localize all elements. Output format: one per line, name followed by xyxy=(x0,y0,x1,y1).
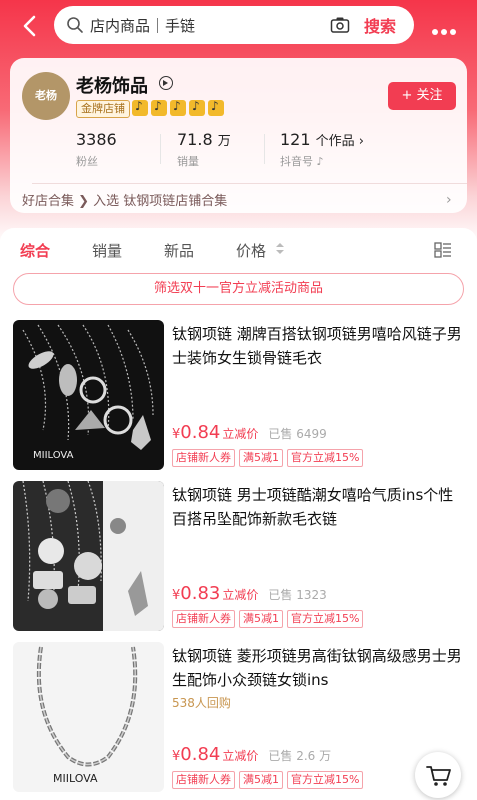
product-title[interactable]: 钛钢项链 菱形项链男高街钛钢高级感男士男生配饰小众颈链女锁ins xyxy=(172,644,462,692)
sold-count: 已售 6499 xyxy=(268,427,327,441)
douyin-badge-icon xyxy=(132,99,148,116)
divider xyxy=(160,134,161,164)
brand-watermark: MIILOVA xyxy=(33,450,74,461)
price-tag: 立减价 xyxy=(222,588,259,602)
back-arrow-icon[interactable] xyxy=(18,14,42,38)
product-card[interactable]: MIILOVA 钛钢项链 潮牌百搭钛钢项链男嘻哈风链子男士装饰女生锁骨链毛衣 ¥… xyxy=(0,320,477,472)
douyin-badge-icon xyxy=(208,99,224,116)
price-tag: 立减价 xyxy=(222,749,259,763)
tab-sales[interactable]: 销量 xyxy=(92,240,122,261)
price-line: ¥0.84 立减价 已售 2.6 万 xyxy=(172,744,331,766)
shop-name[interactable]: 老杨饰品 xyxy=(76,72,148,98)
sold-count: 已售 1323 xyxy=(268,588,327,602)
chevron-right-icon[interactable]: › xyxy=(446,192,452,208)
product-title[interactable]: 钛钢项链 男士项链酷潮女嘻哈气质ins个性百搭吊坠配饰新款毛衣链 xyxy=(172,483,462,531)
tab-comprehensive[interactable]: 综合 xyxy=(20,240,50,261)
brand-watermark: MIILOVA xyxy=(53,772,98,785)
product-card[interactable]: MIILOVA 钛钢项链 菱形项链男高街钛钢高级感男士男生配饰小众颈链女锁ins… xyxy=(0,642,477,794)
product-image[interactable]: MIILOVA xyxy=(13,320,164,470)
camera-icon[interactable] xyxy=(330,16,350,34)
stat-fans[interactable]: 3386 粉丝 xyxy=(76,130,117,169)
stat-value: 71.8 xyxy=(177,130,213,149)
promo-chip: 满5减1 xyxy=(239,449,283,467)
promo-chip: 店铺新人券 xyxy=(172,771,235,789)
repurchase-count: 538人回购 xyxy=(172,696,231,710)
promo-chip: 店铺新人券 xyxy=(172,610,235,628)
search-bar[interactable]: 店内商品｜手链 搜索 xyxy=(54,6,414,44)
stat-value: 121 xyxy=(280,130,311,149)
gold-shop-badge: 金牌店铺 xyxy=(76,100,130,118)
shop-info-arrow-icon[interactable] xyxy=(159,76,173,90)
douyin-badge-icon xyxy=(189,99,205,116)
top-bar: 店内商品｜手链 搜索 xyxy=(0,0,477,52)
promo-chips: 店铺新人券 满5减1 官方立减15% xyxy=(172,449,364,467)
follow-button[interactable]: + 关注 xyxy=(388,82,456,110)
product-card[interactable]: 钛钢项链 男士项链酷潮女嘻哈气质ins个性百搭吊坠配饰新款毛衣链 ¥0.83 立减… xyxy=(0,481,477,633)
more-icon[interactable] xyxy=(432,20,462,35)
tab-new[interactable]: 新品 xyxy=(164,240,194,261)
sort-tabs: 综合 销量 新品 价格 xyxy=(0,228,477,272)
douyin-badge-icon xyxy=(170,99,186,116)
promo-chip: 满5减1 xyxy=(239,610,283,628)
stat-works[interactable]: 121 个作品 › 抖音号 ♪ xyxy=(280,130,364,169)
list-layout-icon[interactable] xyxy=(434,241,452,259)
stat-unit: 个作品 › xyxy=(315,134,364,149)
cart-button[interactable] xyxy=(415,752,461,798)
stat-value: 3386 xyxy=(76,130,117,149)
stat-label: 粉丝 xyxy=(76,155,98,168)
promo-chip: 店铺新人券 xyxy=(172,449,235,467)
promo-chip: 官方立减15% xyxy=(287,771,364,789)
promo-chips: 店铺新人券 满5减1 官方立减15% xyxy=(172,610,364,628)
promo-chip: 官方立减15% xyxy=(287,449,364,467)
promo-chip: 官方立减15% xyxy=(287,610,364,628)
promo-filter-button[interactable]: 筛选双十一官方立减活动商品 xyxy=(13,273,464,305)
search-icon xyxy=(67,17,83,33)
sort-arrows-icon[interactable] xyxy=(276,243,284,255)
douyin-badge-icon xyxy=(151,99,167,116)
stat-label: 销量 xyxy=(177,155,199,168)
sold-count: 已售 2.6 万 xyxy=(268,749,332,763)
divider xyxy=(32,183,467,184)
product-image[interactable]: MIILOVA xyxy=(13,642,164,792)
search-button[interactable]: 搜索 xyxy=(364,13,396,37)
promo-chip: 满5减1 xyxy=(239,771,283,789)
divider xyxy=(264,134,265,164)
search-input[interactable]: 店内商品｜手链 xyxy=(90,15,195,36)
shop-avatar[interactable]: 老杨 xyxy=(22,72,70,120)
stat-unit: 万 xyxy=(217,134,231,149)
product-price: ¥0.84 xyxy=(172,744,221,765)
promo-chips: 店铺新人券 满5减1 官方立减15% xyxy=(172,771,364,789)
price-line: ¥0.83 立减价 已售 1323 xyxy=(172,583,327,605)
shop-collection-link[interactable]: 好店合集 ❯ 入选 钛钢项链店铺合集 xyxy=(22,190,227,209)
cart-icon xyxy=(426,766,451,786)
product-title[interactable]: 钛钢项链 潮牌百搭钛钢项链男嘻哈风链子男士装饰女生锁骨链毛衣 xyxy=(172,322,462,370)
level-badges xyxy=(132,99,224,118)
product-price: ¥0.83 xyxy=(172,583,221,604)
stat-label: 抖音号 ♪ xyxy=(280,155,324,168)
product-price: ¥0.84 xyxy=(172,422,221,443)
stat-sales[interactable]: 71.8 万 销量 xyxy=(177,130,231,169)
price-line: ¥0.84 立减价 已售 6499 xyxy=(172,422,327,444)
shop-card: 老杨 老杨饰品 金牌店铺 + 关注 3386 粉丝 71.8 万 销量 121 … xyxy=(10,58,467,213)
product-image[interactable] xyxy=(13,481,164,631)
tab-price[interactable]: 价格 xyxy=(236,240,266,261)
price-tag: 立减价 xyxy=(222,427,259,441)
